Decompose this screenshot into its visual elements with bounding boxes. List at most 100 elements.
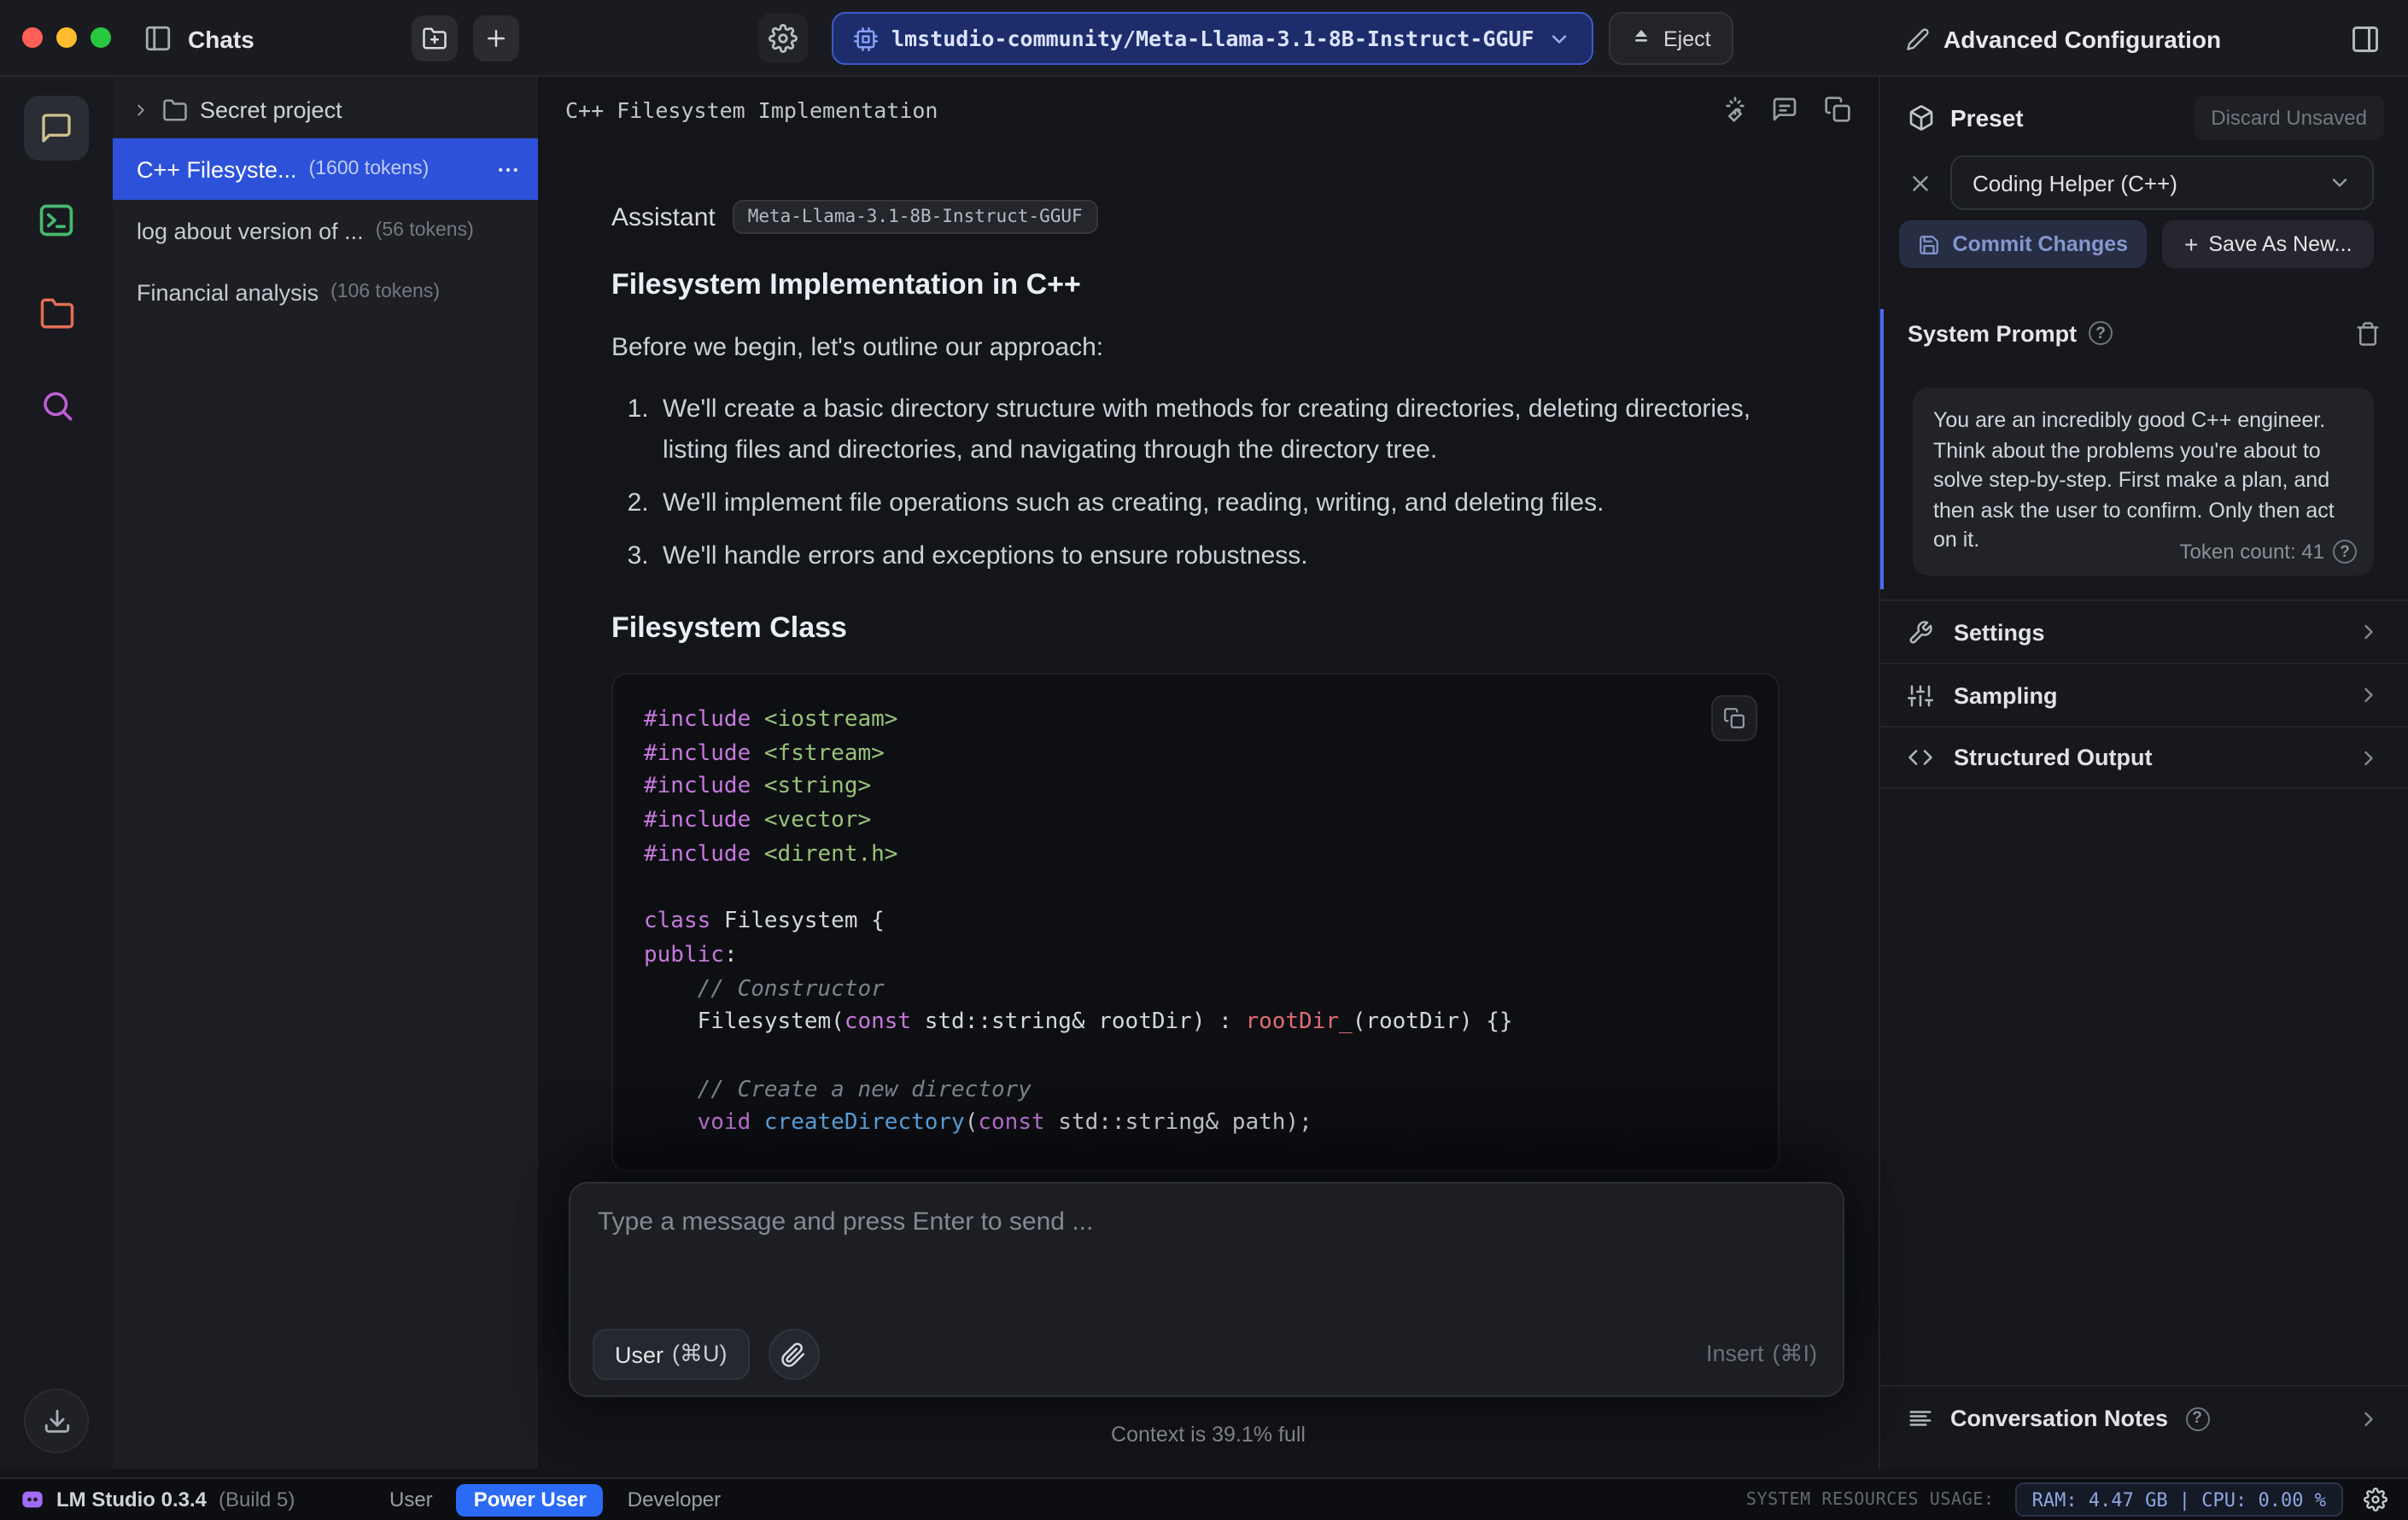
insert-shortcut: (⌘I) xyxy=(1772,1341,1818,1366)
chat-token-count: (106 tokens) xyxy=(330,282,440,302)
nav-my-models-icon[interactable] xyxy=(24,280,89,345)
wrench-icon xyxy=(1908,619,1933,645)
mode-user[interactable]: User xyxy=(376,1484,447,1515)
notes-label: Conversation Notes xyxy=(1950,1406,2169,1431)
copy-code-icon[interactable] xyxy=(1711,695,1757,741)
preset-dropdown-value: Coding Helper (C++) xyxy=(1973,170,2177,196)
chat-token-count: (56 tokens) xyxy=(375,220,474,241)
resources-label: SYSTEM RESOURCES USAGE: xyxy=(1745,1490,1995,1509)
commit-changes-button[interactable]: Commit Changes xyxy=(1899,220,2148,268)
chevron-right-icon xyxy=(132,100,150,119)
code-brackets-icon xyxy=(1908,745,1933,770)
message-composer: User (⌘U) Insert (⌘I) xyxy=(569,1182,1844,1397)
commit-changes-label: Commit Changes xyxy=(1952,232,2129,256)
settings-gear-icon[interactable] xyxy=(2364,1488,2388,1511)
chats-sidebar: Secret project C++ Filesyste... (1600 to… xyxy=(113,77,538,1469)
build-number: (Build 5) xyxy=(219,1488,295,1511)
chat-item[interactable]: log about version of ... (56 tokens) xyxy=(113,200,538,261)
message-subheading: Filesystem Class xyxy=(611,611,847,644)
eject-model-button[interactable]: Eject xyxy=(1609,12,1733,65)
system-prompt-editor[interactable]: You are an incredibly good C++ engineer.… xyxy=(1913,388,2374,576)
mode-power-user[interactable]: Power User xyxy=(456,1483,604,1516)
section-label: Structured Output xyxy=(1954,745,2153,770)
folder-icon xyxy=(162,96,188,122)
chat-title: C++ Filesyste... xyxy=(137,156,297,182)
role-select-button[interactable]: User (⌘U) xyxy=(593,1329,750,1380)
insert-label: Insert xyxy=(1705,1341,1764,1366)
duplicate-chat-icon[interactable] xyxy=(1824,96,1851,123)
downloads-icon[interactable] xyxy=(24,1388,89,1453)
chevron-down-icon xyxy=(2328,171,2352,195)
discard-unsaved-button[interactable]: Discard Unsaved xyxy=(2194,96,2384,140)
wand-icon[interactable] xyxy=(1718,96,1745,123)
chat-title: log about version of ... xyxy=(137,218,364,243)
resources-usage-badge[interactable]: RAM: 4.47 GB | CPU: 0.00 % xyxy=(2014,1482,2343,1517)
nav-developer-icon[interactable] xyxy=(24,188,89,253)
attach-file-icon[interactable] xyxy=(768,1329,820,1380)
context-status: Context is 39.1% full xyxy=(1111,1423,1306,1447)
new-folder-button[interactable] xyxy=(412,15,458,61)
message-model-badge: Meta-Llama-3.1-8B-Instruct-GGUF xyxy=(732,200,1098,234)
message-ordered-list: We'll create a basic directory structure… xyxy=(611,389,1780,577)
new-chat-button[interactable] xyxy=(473,15,519,61)
lm-studio-window: Chats lmstudio-community/Meta-Llama-3.1-… xyxy=(0,0,2408,1520)
system-prompt-title: System Prompt xyxy=(1908,320,2078,346)
conversation-title: C++ Filesystem Implementation xyxy=(565,96,938,122)
model-load-settings-gear-icon[interactable] xyxy=(758,14,808,63)
chevron-right-icon xyxy=(2357,1406,2381,1430)
chat-options-icon[interactable] xyxy=(495,156,521,182)
section-settings[interactable]: Settings xyxy=(1880,599,2408,663)
sliders-icon xyxy=(1908,682,1933,708)
help-icon[interactable]: ? xyxy=(2185,1406,2210,1430)
message-heading: Filesystem Implementation in C++ xyxy=(611,268,1081,301)
help-icon[interactable]: ? xyxy=(2333,540,2357,564)
preset-box-icon xyxy=(1908,104,1935,132)
preset-section-title: Preset xyxy=(1950,104,2024,132)
code-block: #include <iostream> #include <fstream> #in… xyxy=(611,673,1780,1172)
model-selector[interactable]: lmstudio-community/Meta-Llama-3.1-8B-Ins… xyxy=(832,12,1594,65)
save-as-new-button[interactable]: + Save As New... xyxy=(2162,220,2374,268)
preset-dropdown[interactable]: Coding Helper (C++) xyxy=(1950,155,2374,210)
chat-item-selected[interactable]: C++ Filesyste... (1600 tokens) xyxy=(113,138,538,200)
status-bar: LM Studio 0.3.4 (Build 5) User Power Use… xyxy=(0,1477,2408,1520)
app-version: LM Studio 0.3.4 xyxy=(56,1488,207,1511)
folder-secret-project[interactable]: Secret project xyxy=(113,80,538,138)
chevron-right-icon xyxy=(2357,745,2381,769)
token-count: Token count: 41 xyxy=(2179,540,2324,564)
minimize-window-button[interactable] xyxy=(56,27,77,48)
save-as-new-label: Save As New... xyxy=(2208,232,2352,256)
role-button-label: User xyxy=(615,1342,664,1367)
section-label: Sampling xyxy=(1954,682,2058,708)
close-window-button[interactable] xyxy=(22,27,43,48)
folder-name: Secret project xyxy=(200,96,342,122)
conversation-notes-section[interactable]: Conversation Notes ? xyxy=(1880,1385,2408,1450)
insert-hint[interactable]: Insert (⌘I) xyxy=(1706,1341,1817,1368)
conversation-info-icon[interactable] xyxy=(1771,96,1798,123)
system-prompt-text: You are an incredibly good C++ engineer.… xyxy=(1933,408,2335,552)
config-sections: Settings Sampling Structured Output xyxy=(1880,599,2408,789)
section-structured-output[interactable]: Structured Output xyxy=(1880,726,2408,789)
clear-preset-icon[interactable] xyxy=(1908,170,1933,196)
toggle-right-panel-icon[interactable] xyxy=(2340,14,2389,63)
nav-discover-icon[interactable] xyxy=(24,372,89,437)
role-button-shortcut: (⌘U) xyxy=(672,1341,728,1366)
chat-token-count: (1600 tokens) xyxy=(308,159,430,179)
section-label: Settings xyxy=(1954,619,2045,645)
title-bar: Chats lmstudio-community/Meta-Llama-3.1-… xyxy=(0,0,2408,77)
toggle-sidebar-icon[interactable] xyxy=(143,24,172,53)
mode-developer[interactable]: Developer xyxy=(614,1484,734,1515)
chat-area: C++ Filesystem Implementation Assistant … xyxy=(538,77,1879,1469)
help-icon[interactable]: ? xyxy=(2089,321,2113,345)
zoom-window-button[interactable] xyxy=(91,27,111,48)
eject-label: Eject xyxy=(1663,26,1711,50)
system-prompt-accent xyxy=(1880,309,1884,589)
message-input[interactable] xyxy=(598,1207,1815,1296)
assistant-label: Assistant xyxy=(611,202,716,231)
message-list: Assistant Meta-Llama-3.1-8B-Instruct-GGU… xyxy=(611,142,1780,1187)
delete-system-prompt-icon[interactable] xyxy=(2355,320,2381,346)
section-sampling[interactable]: Sampling xyxy=(1880,663,2408,726)
chat-item[interactable]: Financial analysis (106 tokens) xyxy=(113,261,538,323)
nav-chats-icon[interactable] xyxy=(24,96,89,161)
app-navigation-rail xyxy=(0,77,113,1469)
chats-title: Chats xyxy=(188,25,254,52)
